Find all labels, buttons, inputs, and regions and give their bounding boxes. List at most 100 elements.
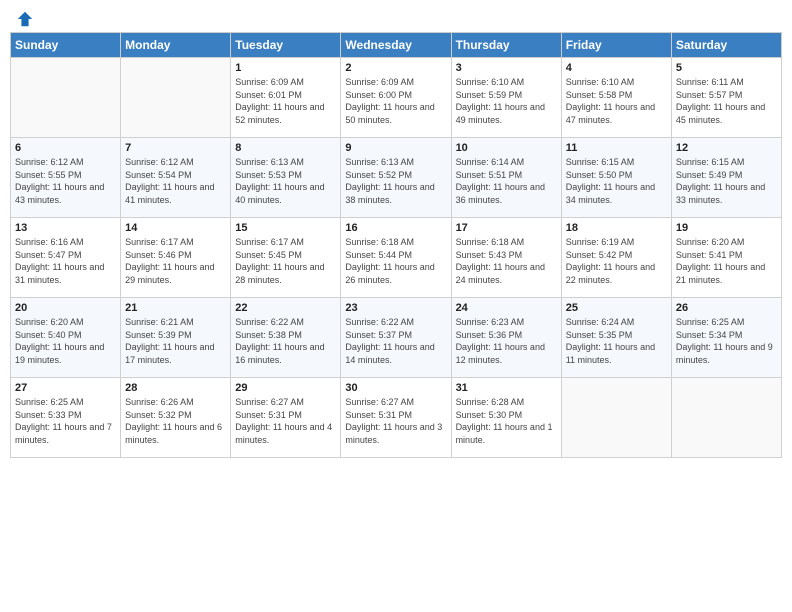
- calendar-cell: 25 Sunrise: 6:24 AM Sunset: 5:35 PM Dayli…: [561, 298, 671, 378]
- calendar-cell: [121, 58, 231, 138]
- day-number: 12: [676, 142, 777, 154]
- day-of-week-header: Friday: [561, 33, 671, 58]
- calendar-cell: 20 Sunrise: 6:20 AM Sunset: 5:40 PM Dayli…: [11, 298, 121, 378]
- day-number: 8: [235, 142, 336, 154]
- day-info: Sunrise: 6:11 AM Sunset: 5:57 PM Dayligh…: [676, 76, 777, 126]
- day-info: Sunrise: 6:10 AM Sunset: 5:59 PM Dayligh…: [456, 76, 557, 126]
- day-number: 4: [566, 62, 667, 74]
- day-number: 2: [345, 62, 446, 74]
- calendar-cell: 17 Sunrise: 6:18 AM Sunset: 5:43 PM Dayli…: [451, 218, 561, 298]
- calendar-cell: 27 Sunrise: 6:25 AM Sunset: 5:33 PM Dayli…: [11, 378, 121, 458]
- calendar-cell: 11Sunrise: 6:15 AM Sunset: 5:50 PM Dayli…: [561, 138, 671, 218]
- calendar-cell: [671, 378, 781, 458]
- day-number: 11: [566, 142, 667, 154]
- day-info: Sunrise: 6:28 AM Sunset: 5:30 PM Dayligh…: [456, 396, 557, 446]
- calendar-cell: 14 Sunrise: 6:17 AM Sunset: 5:46 PM Dayli…: [121, 218, 231, 298]
- calendar-cell: 15 Sunrise: 6:17 AM Sunset: 5:45 PM Dayli…: [231, 218, 341, 298]
- day-number: 5: [676, 62, 777, 74]
- day-info: Sunrise: 6:20 AM Sunset: 5:40 PM Dayligh…: [15, 316, 116, 366]
- day-info: Sunrise: 6:24 AM Sunset: 5:35 PM Dayligh…: [566, 316, 667, 366]
- day-number: 1: [235, 62, 336, 74]
- calendar-cell: 4 Sunrise: 6:10 AM Sunset: 5:58 PM Daylig…: [561, 58, 671, 138]
- logo-icon: [16, 10, 34, 28]
- day-info: Sunrise: 6:10 AM Sunset: 5:58 PM Dayligh…: [566, 76, 667, 126]
- day-of-week-header: Sunday: [11, 33, 121, 58]
- day-number: 22: [235, 302, 336, 314]
- day-info: Sunrise: 6:27 AM Sunset: 5:31 PM Dayligh…: [235, 396, 336, 446]
- day-number: 13: [15, 222, 116, 234]
- calendar-week-row: 27 Sunrise: 6:25 AM Sunset: 5:33 PM Dayli…: [11, 378, 782, 458]
- day-info: Sunrise: 6:18 AM Sunset: 5:43 PM Dayligh…: [456, 236, 557, 286]
- calendar-cell: 13 Sunrise: 6:16 AM Sunset: 5:47 PM Dayli…: [11, 218, 121, 298]
- day-info: Sunrise: 6:22 AM Sunset: 5:38 PM Dayligh…: [235, 316, 336, 366]
- day-of-week-header: Tuesday: [231, 33, 341, 58]
- calendar-cell: 16Sunrise: 6:18 AM Sunset: 5:44 PM Dayli…: [341, 218, 451, 298]
- day-number: 26: [676, 302, 777, 314]
- calendar-week-row: 20 Sunrise: 6:20 AM Sunset: 5:40 PM Dayli…: [11, 298, 782, 378]
- day-info: Sunrise: 6:20 AM Sunset: 5:41 PM Dayligh…: [676, 236, 777, 286]
- day-number: 17: [456, 222, 557, 234]
- day-info: Sunrise: 6:09 AM Sunset: 6:00 PM Dayligh…: [345, 76, 446, 126]
- calendar-cell: 5 Sunrise: 6:11 AM Sunset: 5:57 PM Daylig…: [671, 58, 781, 138]
- day-info: Sunrise: 6:14 AM Sunset: 5:51 PM Dayligh…: [456, 156, 557, 206]
- calendar-cell: 31Sunrise: 6:28 AM Sunset: 5:30 PM Dayli…: [451, 378, 561, 458]
- day-number: 25: [566, 302, 667, 314]
- calendar-cell: 3 Sunrise: 6:10 AM Sunset: 5:59 PM Daylig…: [451, 58, 561, 138]
- day-info: Sunrise: 6:13 AM Sunset: 5:52 PM Dayligh…: [345, 156, 446, 206]
- day-info: Sunrise: 6:17 AM Sunset: 5:46 PM Dayligh…: [125, 236, 226, 286]
- calendar-week-row: 13 Sunrise: 6:16 AM Sunset: 5:47 PM Dayli…: [11, 218, 782, 298]
- day-number: 21: [125, 302, 226, 314]
- day-number: 6: [15, 142, 116, 154]
- calendar-cell: 7 Sunrise: 6:12 AM Sunset: 5:54 PM Daylig…: [121, 138, 231, 218]
- calendar-cell: 12 Sunrise: 6:15 AM Sunset: 5:49 PM Dayli…: [671, 138, 781, 218]
- day-info: Sunrise: 6:17 AM Sunset: 5:45 PM Dayligh…: [235, 236, 336, 286]
- day-info: Sunrise: 6:15 AM Sunset: 5:49 PM Dayligh…: [676, 156, 777, 206]
- calendar-cell: 10 Sunrise: 6:14 AM Sunset: 5:51 PM Dayli…: [451, 138, 561, 218]
- day-number: 3: [456, 62, 557, 74]
- day-number: 18: [566, 222, 667, 234]
- day-number: 28: [125, 382, 226, 394]
- calendar-week-row: 1 Sunrise: 6:09 AM Sunset: 6:01 PM Daylig…: [11, 58, 782, 138]
- calendar-cell: [561, 378, 671, 458]
- day-info: Sunrise: 6:09 AM Sunset: 6:01 PM Dayligh…: [235, 76, 336, 126]
- day-info: Sunrise: 6:16 AM Sunset: 5:47 PM Dayligh…: [15, 236, 116, 286]
- day-info: Sunrise: 6:13 AM Sunset: 5:53 PM Dayligh…: [235, 156, 336, 206]
- day-number: 29: [235, 382, 336, 394]
- day-info: Sunrise: 6:12 AM Sunset: 5:55 PM Dayligh…: [15, 156, 116, 206]
- calendar-cell: 26Sunrise: 6:25 AM Sunset: 5:34 PM Dayli…: [671, 298, 781, 378]
- day-number: 27: [15, 382, 116, 394]
- calendar-cell: 6 Sunrise: 6:12 AM Sunset: 5:55 PM Daylig…: [11, 138, 121, 218]
- calendar-cell: 8 Sunrise: 6:13 AM Sunset: 5:53 PM Daylig…: [231, 138, 341, 218]
- day-number: 7: [125, 142, 226, 154]
- day-of-week-header: Thursday: [451, 33, 561, 58]
- calendar-header-row: SundayMondayTuesdayWednesdayThursdayFrid…: [11, 33, 782, 58]
- day-info: Sunrise: 6:23 AM Sunset: 5:36 PM Dayligh…: [456, 316, 557, 366]
- calendar-cell: 18 Sunrise: 6:19 AM Sunset: 5:42 PM Dayli…: [561, 218, 671, 298]
- day-number: 14: [125, 222, 226, 234]
- day-number: 24: [456, 302, 557, 314]
- calendar-cell: 29 Sunrise: 6:27 AM Sunset: 5:31 PM Dayli…: [231, 378, 341, 458]
- calendar-cell: 19 Sunrise: 6:20 AM Sunset: 5:41 PM Dayli…: [671, 218, 781, 298]
- day-number: 19: [676, 222, 777, 234]
- calendar-cell: [11, 58, 121, 138]
- day-info: Sunrise: 6:25 AM Sunset: 5:33 PM Dayligh…: [15, 396, 116, 446]
- calendar-cell: 21 Sunrise: 6:21 AM Sunset: 5:39 PM Dayli…: [121, 298, 231, 378]
- day-number: 23: [345, 302, 446, 314]
- day-info: Sunrise: 6:19 AM Sunset: 5:42 PM Dayligh…: [566, 236, 667, 286]
- day-info: Sunrise: 6:26 AM Sunset: 5:32 PM Dayligh…: [125, 396, 226, 446]
- day-number: 30: [345, 382, 446, 394]
- calendar-cell: 24 Sunrise: 6:23 AM Sunset: 5:36 PM Dayli…: [451, 298, 561, 378]
- calendar-cell: 9Sunrise: 6:13 AM Sunset: 5:52 PM Daylig…: [341, 138, 451, 218]
- day-info: Sunrise: 6:22 AM Sunset: 5:37 PM Dayligh…: [345, 316, 446, 366]
- day-of-week-header: Wednesday: [341, 33, 451, 58]
- day-number: 15: [235, 222, 336, 234]
- calendar-cell: 28 Sunrise: 6:26 AM Sunset: 5:32 PM Dayli…: [121, 378, 231, 458]
- day-number: 10: [456, 142, 557, 154]
- day-info: Sunrise: 6:12 AM Sunset: 5:54 PM Dayligh…: [125, 156, 226, 206]
- day-info: Sunrise: 6:21 AM Sunset: 5:39 PM Dayligh…: [125, 316, 226, 366]
- calendar-table: SundayMondayTuesdayWednesdayThursdayFrid…: [10, 32, 782, 458]
- day-of-week-header: Monday: [121, 33, 231, 58]
- day-number: 20: [15, 302, 116, 314]
- calendar-cell: 30Sunrise: 6:27 AM Sunset: 5:31 PM Dayli…: [341, 378, 451, 458]
- calendar-week-row: 6 Sunrise: 6:12 AM Sunset: 5:55 PM Daylig…: [11, 138, 782, 218]
